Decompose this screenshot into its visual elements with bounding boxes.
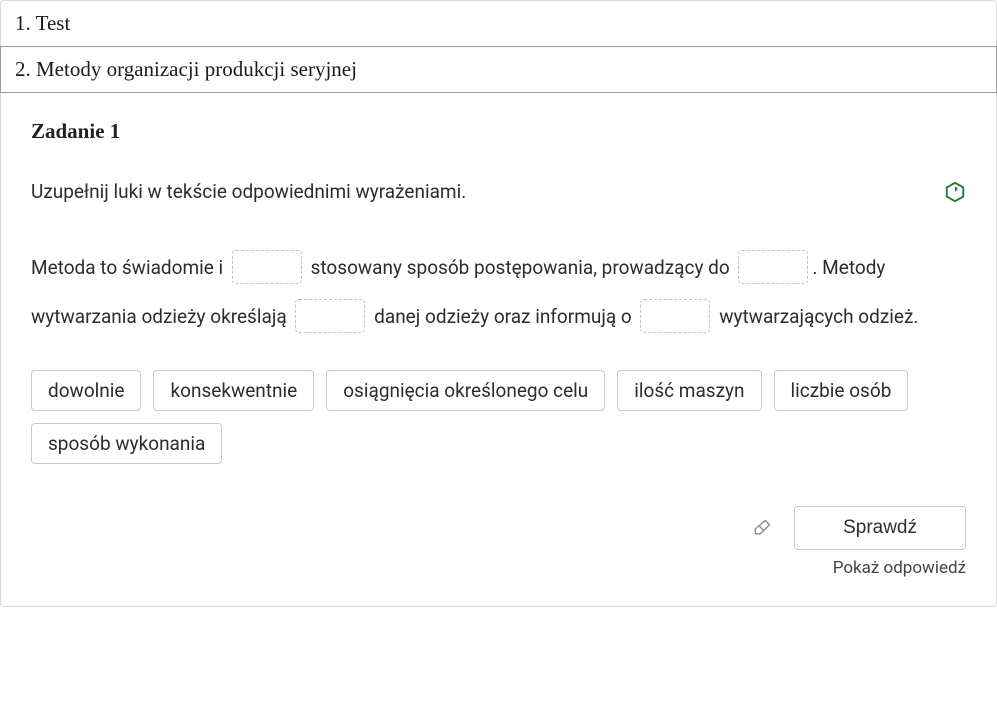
actions-row: Sprawdź — [31, 506, 966, 550]
text-part-4: danej odzieży oraz informują o — [374, 305, 636, 328]
instruction-row: Uzupełnij luki w tekście odpowiednimi wy… — [31, 180, 966, 203]
choice-item[interactable]: osiągnięcia określonego celu — [326, 370, 605, 411]
choice-item[interactable]: sposób wykonania — [31, 423, 222, 464]
gap-2[interactable] — [738, 250, 808, 284]
gap-3[interactable] — [295, 299, 365, 333]
check-button[interactable]: Sprawdź — [794, 506, 966, 550]
instruction-text: Uzupełnij luki w tekście odpowiednimi wy… — [31, 180, 466, 203]
choice-item[interactable]: liczbie osób — [774, 370, 909, 411]
tab-test-label: 1. Test — [15, 11, 70, 35]
text-part-5: wytwarzających odzież. — [719, 305, 918, 328]
task-title: Zadanie 1 — [31, 119, 966, 144]
text-part-1: Metoda to świadomie i — [31, 256, 228, 279]
gap-4[interactable] — [640, 299, 710, 333]
show-answer-link[interactable]: Pokaż odpowiedź — [31, 558, 966, 578]
choice-item[interactable]: ilość maszyn — [617, 370, 761, 411]
task-body: Zadanie 1 Uzupełnij luki w tekście odpow… — [1, 93, 996, 606]
choice-item[interactable]: dowolnie — [31, 370, 141, 411]
choice-item[interactable]: konsekwentnie — [153, 370, 314, 411]
tab-metody[interactable]: 2. Metody organizacji produkcji seryjnej — [0, 46, 997, 93]
text-part-2: stosowany sposób postępowania, prowadząc… — [311, 256, 735, 279]
tab-test[interactable]: 1. Test — [1, 1, 996, 47]
gap-1[interactable] — [232, 250, 302, 284]
eraser-icon[interactable] — [752, 518, 772, 538]
tab-metody-label: 2. Metody organizacji produkcji seryjnej — [15, 57, 357, 81]
hexagon-status-icon — [944, 181, 966, 203]
exercise-panel: 1. Test 2. Metody organizacji produkcji … — [0, 0, 997, 607]
choices-container: dowolnie konsekwentnie osiągnięcia okreś… — [31, 370, 966, 464]
fill-text: Metoda to świadomie i stosowany sposób p… — [31, 243, 966, 342]
